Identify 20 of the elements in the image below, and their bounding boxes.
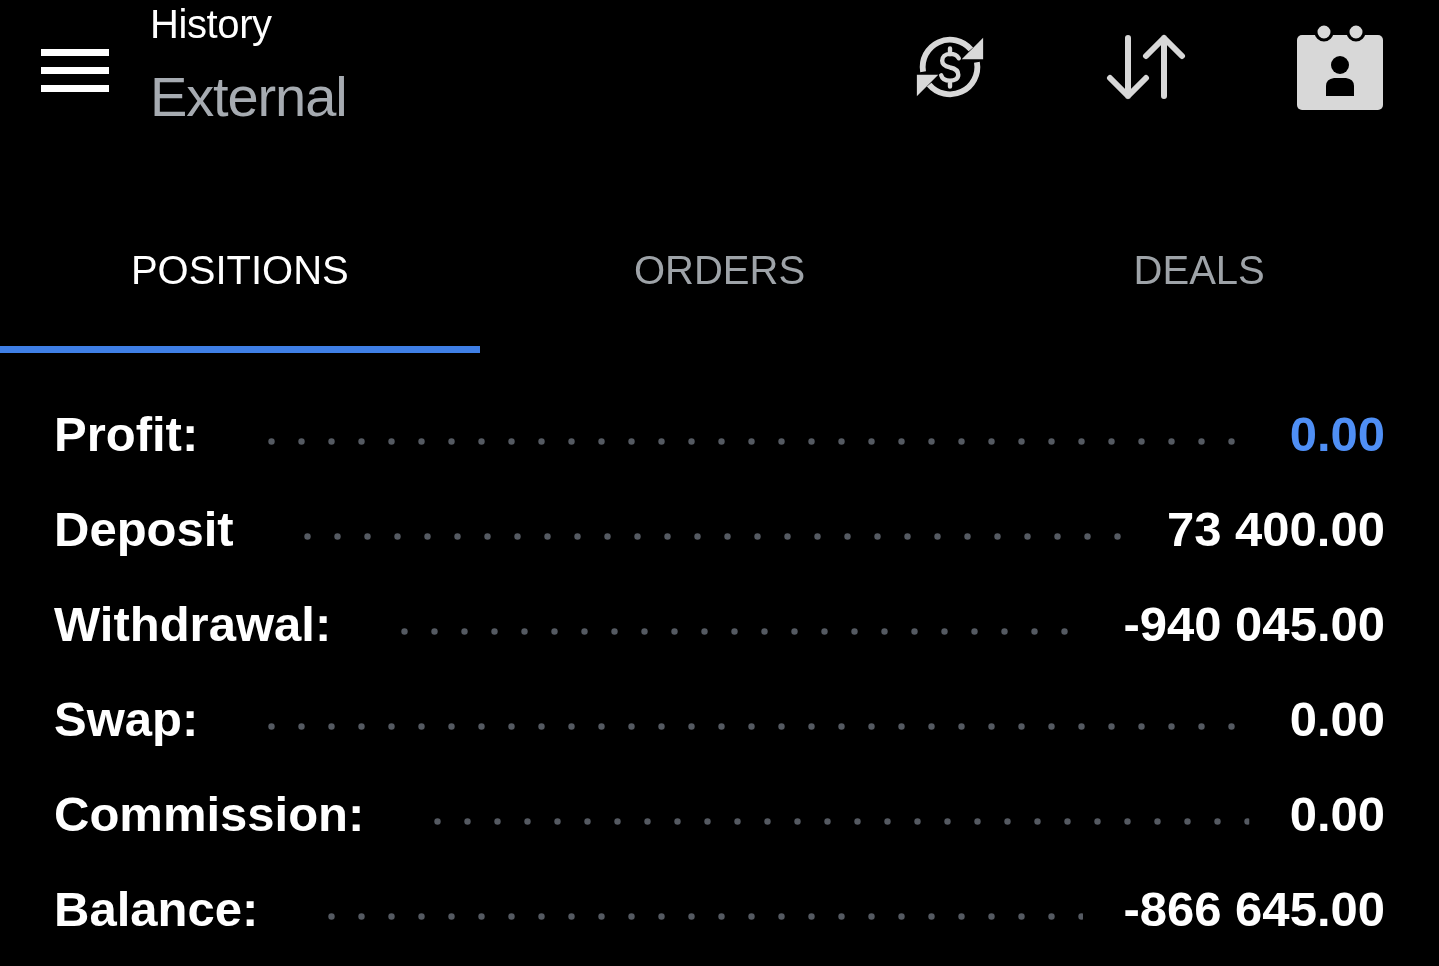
summary-label: Profit: <box>54 410 199 459</box>
summary-value: 0.00 <box>1289 695 1385 744</box>
summary-label: Balance: <box>54 885 259 934</box>
sort-arrows-icon[interactable] <box>1104 33 1188 100</box>
summary-value: 0.00 <box>1289 790 1385 839</box>
summary-value: -866 645.00 <box>1123 885 1385 934</box>
summary-label: Swap: <box>54 695 199 744</box>
summary-value: 73 400.00 <box>1167 505 1385 554</box>
summary-label: Withdrawal: <box>54 600 332 649</box>
summary-value: 0.00 <box>1289 410 1385 459</box>
screen-title: History <box>150 4 273 44</box>
menu-icon[interactable] <box>41 48 109 92</box>
summary-label: Commission: <box>54 790 365 839</box>
summary-label: Deposit <box>54 505 234 554</box>
tab[interactable]: DEALS <box>959 193 1439 353</box>
summary-value: -940 045.00 <box>1123 600 1385 649</box>
contact-calendar-icon[interactable] <box>1297 23 1383 110</box>
tab[interactable]: POSITIONS <box>0 193 480 353</box>
tab[interactable]: ORDERS <box>479 193 960 353</box>
screen-subtitle: External <box>150 65 347 129</box>
